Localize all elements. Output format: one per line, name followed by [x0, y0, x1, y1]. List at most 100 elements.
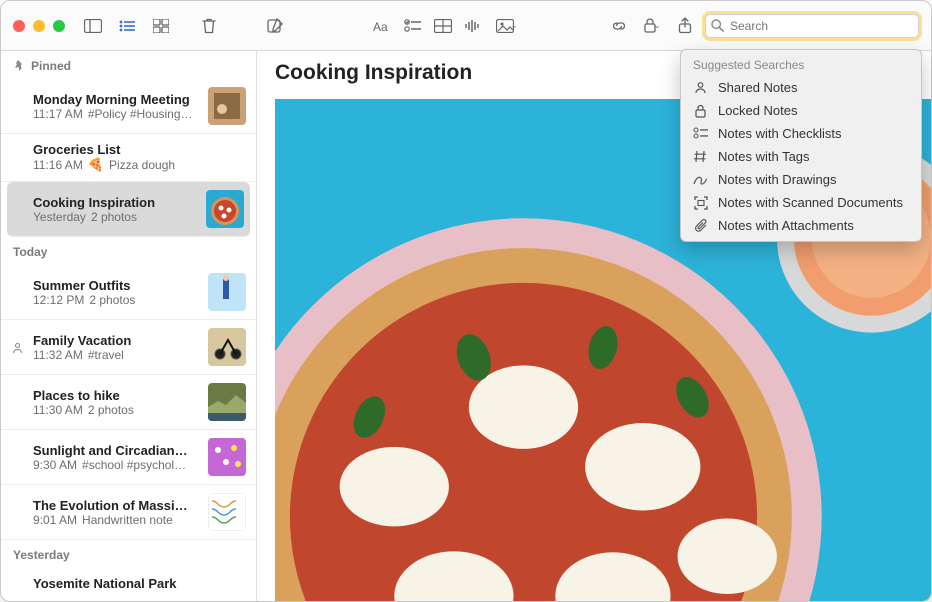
note-meta: 2 photos — [91, 210, 137, 224]
note-time: 9:01 AM — [33, 513, 77, 527]
zoom-window-button[interactable] — [53, 20, 65, 32]
note-title: Family Vacation — [33, 333, 200, 348]
section-yesterday-header: Yesterday — [1, 540, 256, 568]
window-controls — [13, 20, 65, 32]
people-icon — [693, 80, 708, 95]
note-meta: #school #psychol… — [82, 458, 186, 472]
note-title: Cooking Inspiration — [33, 195, 198, 210]
titlebar: Aa ⌄ ⌄ — [1, 1, 931, 51]
lock-button[interactable]: ⌄ — [635, 14, 669, 38]
compose-icon — [267, 17, 284, 34]
format-icon: Aa — [373, 19, 393, 33]
note-item[interactable]: Groceries List 11:16 AM 🍕 Pizza dough — [1, 134, 256, 182]
note-item[interactable]: Summer Outfits 12:12 PM 2 photos — [1, 265, 256, 320]
suggest-drawings[interactable]: Notes with Drawings — [681, 168, 921, 191]
audio-button[interactable] — [459, 14, 487, 38]
suggest-checklists[interactable]: Notes with Checklists — [681, 122, 921, 145]
chevron-down-icon: ⌄ — [653, 20, 661, 31]
svg-text:Aa: Aa — [373, 20, 388, 33]
suggest-label: Shared Notes — [718, 80, 798, 95]
minimize-window-button[interactable] — [33, 20, 45, 32]
note-title: Yosemite National Park — [33, 576, 246, 591]
search-suggest-panel: Suggested Searches Shared Notes Locked N… — [680, 49, 922, 242]
media-button[interactable]: ⌄ — [489, 14, 525, 38]
share-icon — [678, 17, 692, 34]
suggest-attachments[interactable]: Notes with Attachments — [681, 214, 921, 237]
close-window-button[interactable] — [13, 20, 25, 32]
toggle-sidebar-button[interactable] — [79, 14, 107, 38]
note-title: Sunlight and Circadian… — [33, 443, 200, 458]
note-thumbnail — [208, 493, 246, 531]
note-title: Monday Morning Meeting — [33, 92, 200, 107]
suggest-tags[interactable]: Notes with Tags — [681, 145, 921, 168]
note-title: Places to hike — [33, 388, 200, 403]
search-input[interactable] — [705, 14, 919, 38]
note-item[interactable]: Sunlight and Circadian… 9:30 AM #school … — [1, 430, 256, 485]
link-icon — [610, 19, 628, 33]
note-item[interactable]: Monday Morning Meeting 11:17 AM #Policy … — [1, 79, 256, 134]
note-item[interactable]: Yosemite National Park — [1, 568, 256, 599]
suggest-label: Notes with Drawings — [718, 172, 837, 187]
checklist-icon — [404, 19, 422, 33]
search-icon — [711, 19, 724, 32]
shared-icon — [11, 341, 25, 354]
scan-icon — [693, 195, 708, 210]
draw-icon — [693, 172, 708, 187]
suggest-label: Notes with Attachments — [718, 218, 854, 233]
note-time: 11:32 AM — [33, 348, 83, 362]
note-thumbnail — [206, 190, 244, 228]
suggest-shared-notes[interactable]: Shared Notes — [681, 76, 921, 99]
table-icon — [434, 19, 452, 33]
suggest-label: Notes with Checklists — [718, 126, 842, 141]
grid-view-icon — [153, 19, 169, 33]
note-title: Summer Outfits — [33, 278, 200, 293]
search-field-wrap — [705, 14, 919, 38]
note-meta: 2 photos — [88, 403, 134, 417]
pin-icon — [13, 60, 25, 72]
trash-icon — [202, 18, 216, 34]
note-time: 11:17 AM — [33, 107, 83, 121]
section-pinned-header: Pinned — [1, 51, 256, 79]
note-thumbnail — [208, 87, 246, 125]
suggest-locked-notes[interactable]: Locked Notes — [681, 99, 921, 122]
note-time: Yesterday — [33, 210, 86, 224]
note-time: 11:30 AM — [33, 403, 83, 417]
note-meta: 2 photos — [89, 293, 135, 307]
note-item[interactable]: The Evolution of Massi… 9:01 AM Handwrit… — [1, 485, 256, 540]
share-button[interactable] — [671, 14, 699, 38]
note-title: Groceries List — [33, 142, 246, 157]
table-button[interactable] — [429, 14, 457, 38]
notes-list[interactable]: Pinned Monday Morning Meeting 11:17 AM #… — [1, 51, 257, 601]
checklist-button[interactable] — [399, 14, 427, 38]
app-window: Aa ⌄ ⌄ — [0, 0, 932, 602]
note-thumbnail — [208, 273, 246, 311]
checklist-icon — [693, 126, 708, 141]
note-thumbnail — [208, 328, 246, 366]
format-button[interactable]: Aa — [369, 14, 397, 38]
note-time: 9:30 AM — [33, 458, 77, 472]
list-view-icon — [118, 19, 136, 33]
note-meta: Pizza dough — [109, 158, 175, 172]
new-note-button[interactable] — [261, 14, 289, 38]
chevron-down-icon: ⌄ — [510, 20, 518, 31]
section-today-header: Today — [1, 237, 256, 265]
waveform-icon — [464, 19, 482, 33]
lock-icon — [693, 103, 708, 118]
note-time: 11:16 AM — [33, 158, 83, 172]
view-gallery-button[interactable] — [147, 14, 175, 38]
suggest-header: Suggested Searches — [681, 56, 921, 76]
note-item-selected[interactable]: Cooking Inspiration Yesterday 2 photos — [7, 182, 250, 237]
view-list-button[interactable] — [113, 14, 141, 38]
note-time: 12:12 PM — [33, 293, 84, 307]
pizza-emoji: 🍕 — [88, 157, 104, 173]
hash-icon — [693, 149, 708, 164]
note-meta: #travel — [88, 348, 124, 362]
note-item[interactable]: Places to hike 11:30 AM 2 photos — [1, 375, 256, 430]
note-meta: #Policy #Housing… — [88, 107, 193, 121]
delete-note-button[interactable] — [195, 14, 223, 38]
note-title: The Evolution of Massi… — [33, 498, 200, 513]
sidebar-icon — [84, 19, 102, 33]
suggest-scanned[interactable]: Notes with Scanned Documents — [681, 191, 921, 214]
link-button[interactable] — [605, 14, 633, 38]
note-item[interactable]: Family Vacation 11:32 AM #travel — [1, 320, 256, 375]
